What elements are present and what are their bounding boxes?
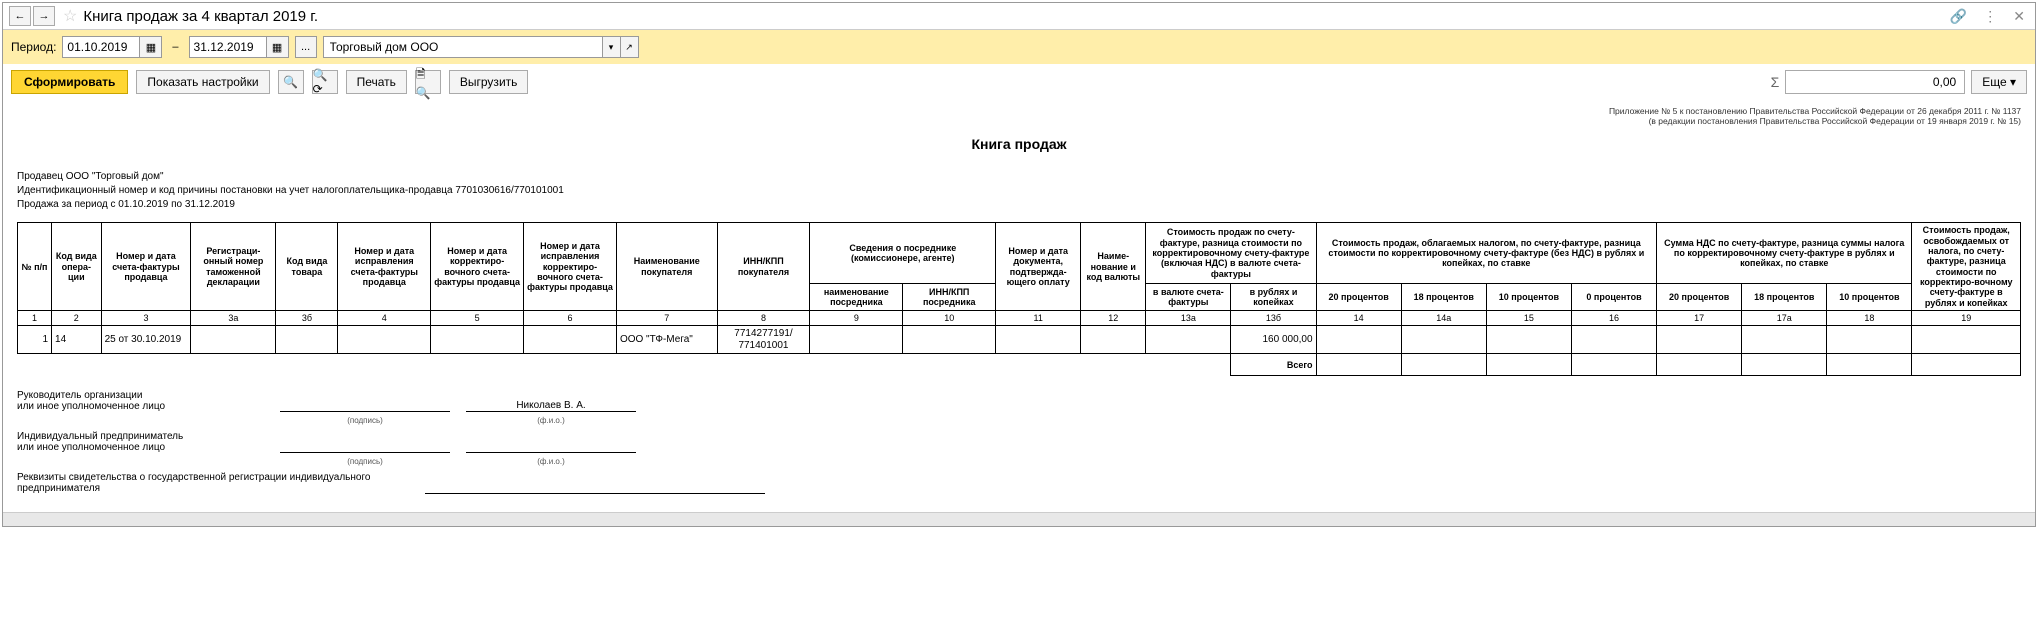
col-10: 10 процентов bbox=[1486, 283, 1571, 310]
report-title: Книга продаж bbox=[17, 136, 2021, 152]
col-invoice: Номер и дата счета-фактуры продавца bbox=[101, 223, 191, 311]
horizontal-scrollbar[interactable] bbox=[3, 512, 2035, 526]
organization-input[interactable] bbox=[323, 36, 603, 58]
col-18: 18 процентов bbox=[1401, 283, 1486, 310]
more-menu-icon[interactable]: ⋮ bbox=[1979, 8, 2001, 25]
registration-line bbox=[425, 493, 765, 494]
director-name: Николаев В. А. bbox=[466, 400, 636, 412]
col-vat20: 20 процентов bbox=[1657, 283, 1742, 310]
col-corr1: Номер и дата исправления счета-фактуры п… bbox=[338, 223, 431, 311]
report-body: Приложение № 5 к постановлению Правитель… bbox=[3, 100, 2035, 512]
more-button[interactable]: Еще ▾ bbox=[1971, 70, 2027, 94]
col-opcode: Код вида опера-ции bbox=[52, 223, 102, 311]
report-window: ← → ☆ Книга продаж за 4 квартал 2019 г. … bbox=[2, 2, 2036, 527]
col-cost-curr: в валюте счета-фактуры bbox=[1146, 283, 1231, 310]
organization-open-icon[interactable]: ↗ bbox=[621, 36, 639, 58]
show-settings-button[interactable]: Показать настройки bbox=[136, 70, 269, 94]
nav-back-button[interactable]: ← bbox=[9, 6, 31, 26]
date-to-input[interactable] bbox=[189, 36, 267, 58]
col-int-inn: ИНН/КПП посредника bbox=[903, 283, 996, 310]
date-to-calendar-icon[interactable]: ▦ bbox=[267, 36, 289, 58]
col-intermediary: Сведения о посреднике (комиссионере, аге… bbox=[810, 223, 996, 283]
col-vat18: 18 процентов bbox=[1742, 283, 1827, 310]
export-button[interactable]: Выгрузить bbox=[449, 70, 529, 94]
close-icon[interactable]: ✕ bbox=[2009, 8, 2029, 25]
col-taxable-group: Стоимость продаж, облагаемых налогом, по… bbox=[1316, 223, 1657, 283]
signature-area: Руководитель организации или иное уполно… bbox=[17, 390, 2021, 494]
favorite-star-icon[interactable]: ☆ bbox=[63, 6, 77, 26]
period-picker-button[interactable]: ... bbox=[295, 36, 317, 58]
link-icon[interactable]: 🔗 bbox=[1946, 8, 1971, 25]
filter-bar: Период: ▦ – ▦ ... ▾ ↗ bbox=[3, 30, 2035, 64]
organization-dropdown-icon[interactable]: ▾ bbox=[603, 36, 621, 58]
col-buyer: Наименование покупателя bbox=[616, 223, 717, 311]
col-customs: Регистраци-онный номер таможенной деклар… bbox=[191, 223, 276, 311]
col-exempt: Стоимость продаж, освобождаемых от налог… bbox=[1912, 223, 2021, 311]
period-label: Период: bbox=[11, 40, 56, 54]
search-icon[interactable]: 🔍 bbox=[278, 70, 304, 94]
col-n: № п/п bbox=[18, 223, 52, 311]
nav-forward-button[interactable]: → bbox=[33, 6, 55, 26]
refresh-search-icon[interactable]: 🔍⟳ bbox=[312, 70, 338, 94]
sum-value: 0,00 bbox=[1785, 70, 1965, 94]
col-vat-group: Сумма НДС по счету-фактуре, разница сумм… bbox=[1657, 223, 1912, 283]
col-vat10: 10 процентов bbox=[1827, 283, 1912, 310]
page-title: Книга продаж за 4 квартал 2019 г. bbox=[83, 8, 1945, 25]
toolbar: Сформировать Показать настройки 🔍 🔍⟳ Печ… bbox=[3, 64, 2035, 100]
col-int-name: наименование посредника bbox=[810, 283, 903, 310]
table-row: 1 14 25 от 30.10.2019 ООО "ТФ-Мега" 7714… bbox=[18, 326, 2021, 354]
generate-button[interactable]: Сформировать bbox=[11, 70, 128, 94]
dash: – bbox=[168, 41, 182, 53]
titlebar: ← → ☆ Книга продаж за 4 квартал 2019 г. … bbox=[3, 3, 2035, 30]
seller-info: Продавец ООО "Торговый дом" Идентификаци… bbox=[17, 170, 2021, 212]
col-corr2: Номер и дата корректиро-вочного счета-фа… bbox=[431, 223, 524, 311]
col-corr3: Номер и дата исправления корректиро-вочн… bbox=[524, 223, 617, 311]
col-20: 20 процентов bbox=[1316, 283, 1401, 310]
signature-line-1 bbox=[280, 411, 450, 412]
col-cost-group: Стоимость продаж по счету-фактуре, разни… bbox=[1146, 223, 1316, 283]
col-payment-doc: Номер и дата документа, подтвержда-ющего… bbox=[996, 223, 1081, 311]
signature-line-2 bbox=[280, 452, 450, 453]
total-row: Всего bbox=[18, 354, 2021, 376]
date-from-calendar-icon[interactable]: ▦ bbox=[140, 36, 162, 58]
sales-book-table: № п/п Код вида опера-ции Номер и дата сч… bbox=[17, 222, 2021, 376]
col-cost-rub: в рублях и копейках bbox=[1231, 283, 1316, 310]
col-0: 0 процентов bbox=[1571, 283, 1656, 310]
print-button[interactable]: Печать bbox=[346, 70, 407, 94]
sum-icon: Σ bbox=[1771, 74, 1780, 90]
col-buyer-inn: ИНН/КПП покупателя bbox=[717, 223, 810, 311]
col-goods-code: Код вида товара bbox=[276, 223, 338, 311]
appendix-note: Приложение № 5 к постановлению Правитель… bbox=[17, 106, 2021, 126]
column-number-row: 1233а3б 45678 9101112 13а13б 1414a1516 1… bbox=[18, 311, 2021, 326]
date-from-input[interactable] bbox=[62, 36, 140, 58]
preview-icon[interactable]: 🗎🔍 bbox=[415, 70, 441, 94]
ip-name-line bbox=[466, 452, 636, 453]
col-currency: Наиме-нование и код валюты bbox=[1081, 223, 1146, 311]
